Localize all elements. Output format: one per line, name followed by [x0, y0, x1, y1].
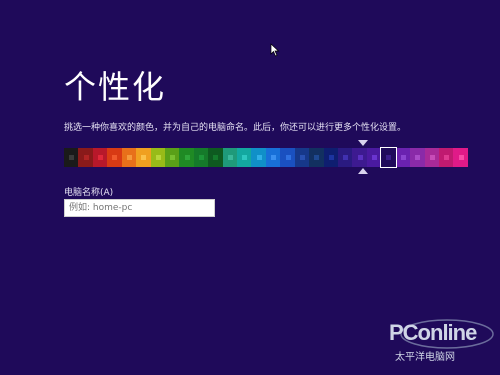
color-swatch-dot — [112, 154, 118, 160]
color-swatch-dot — [458, 154, 464, 160]
color-swatch-dot — [328, 154, 334, 160]
color-swatch[interactable] — [64, 148, 79, 167]
color-swatch-dot — [343, 154, 349, 160]
description-text: 挑选一种你喜欢的颜色，并为自己的电脑命名。此后，你还可以进行更多个性化设置。 — [64, 123, 407, 133]
color-swatch-dot — [314, 154, 320, 160]
color-swatch[interactable] — [251, 148, 266, 167]
color-swatch[interactable] — [380, 147, 397, 168]
color-swatch-dot — [83, 154, 89, 160]
color-swatch-dot — [444, 154, 450, 160]
color-swatch[interactable] — [121, 148, 137, 167]
color-swatch-dot — [98, 154, 104, 160]
color-swatch[interactable] — [280, 148, 295, 167]
watermark-logo: PConline 太平洋电脑网 — [375, 318, 495, 368]
color-swatch[interactable] — [265, 148, 281, 167]
color-swatch[interactable] — [78, 148, 93, 167]
color-swatch[interactable] — [366, 148, 382, 167]
color-swatch[interactable] — [237, 148, 252, 167]
color-swatch-dot — [170, 154, 176, 160]
computer-name-label: 电脑名称(A) — [64, 188, 114, 198]
color-swatch-dot — [141, 154, 147, 160]
color-swatch[interactable] — [92, 148, 108, 167]
color-swatch[interactable] — [352, 148, 367, 167]
color-swatch[interactable] — [323, 148, 339, 167]
page-title: 个性化 — [64, 68, 167, 106]
color-swatch-dot — [299, 154, 305, 160]
color-swatch-dot — [256, 154, 262, 160]
color-swatch-dot — [126, 154, 132, 160]
selected-color-marker-bottom — [358, 168, 368, 174]
computer-name-input[interactable] — [64, 199, 215, 217]
color-swatch[interactable] — [395, 148, 411, 167]
color-swatch[interactable] — [164, 148, 180, 167]
color-swatch-dot — [69, 154, 75, 160]
color-swatch-dot — [415, 154, 421, 160]
color-swatch[interactable] — [424, 148, 439, 167]
color-swatch-dot — [285, 154, 291, 160]
selected-color-marker-top — [358, 140, 368, 146]
color-swatch[interactable] — [438, 148, 454, 167]
color-swatch-dot — [199, 154, 204, 160]
watermark-logo-text: PConline — [389, 320, 477, 345]
color-swatch-dot — [429, 154, 435, 160]
color-swatch[interactable] — [150, 148, 165, 167]
color-swatch-dot — [386, 154, 392, 160]
color-swatch[interactable] — [193, 148, 209, 167]
color-swatch[interactable] — [179, 148, 194, 167]
color-swatch-dot — [400, 154, 406, 160]
color-swatch-dot — [184, 154, 190, 160]
color-swatch[interactable] — [222, 148, 238, 167]
color-swatch-dot — [242, 154, 248, 160]
color-swatch[interactable] — [294, 148, 310, 167]
color-swatch[interactable] — [208, 148, 223, 167]
color-swatch-dot — [155, 154, 161, 160]
color-swatch-strip — [64, 147, 468, 168]
color-swatch-dot — [357, 154, 363, 160]
color-swatch[interactable] — [309, 148, 324, 167]
color-swatch-dot — [213, 154, 219, 160]
color-swatch[interactable] — [410, 148, 425, 167]
color-swatch[interactable] — [453, 148, 468, 167]
color-swatch-dot — [271, 154, 277, 160]
color-swatch[interactable] — [107, 148, 122, 167]
mouse-cursor-icon — [270, 43, 280, 57]
color-swatch-dot — [372, 154, 378, 160]
color-swatch[interactable] — [338, 148, 353, 167]
watermark-subtitle: 太平洋电脑网 — [395, 352, 455, 363]
color-swatch-dot — [227, 154, 233, 160]
color-swatch[interactable] — [136, 148, 151, 167]
